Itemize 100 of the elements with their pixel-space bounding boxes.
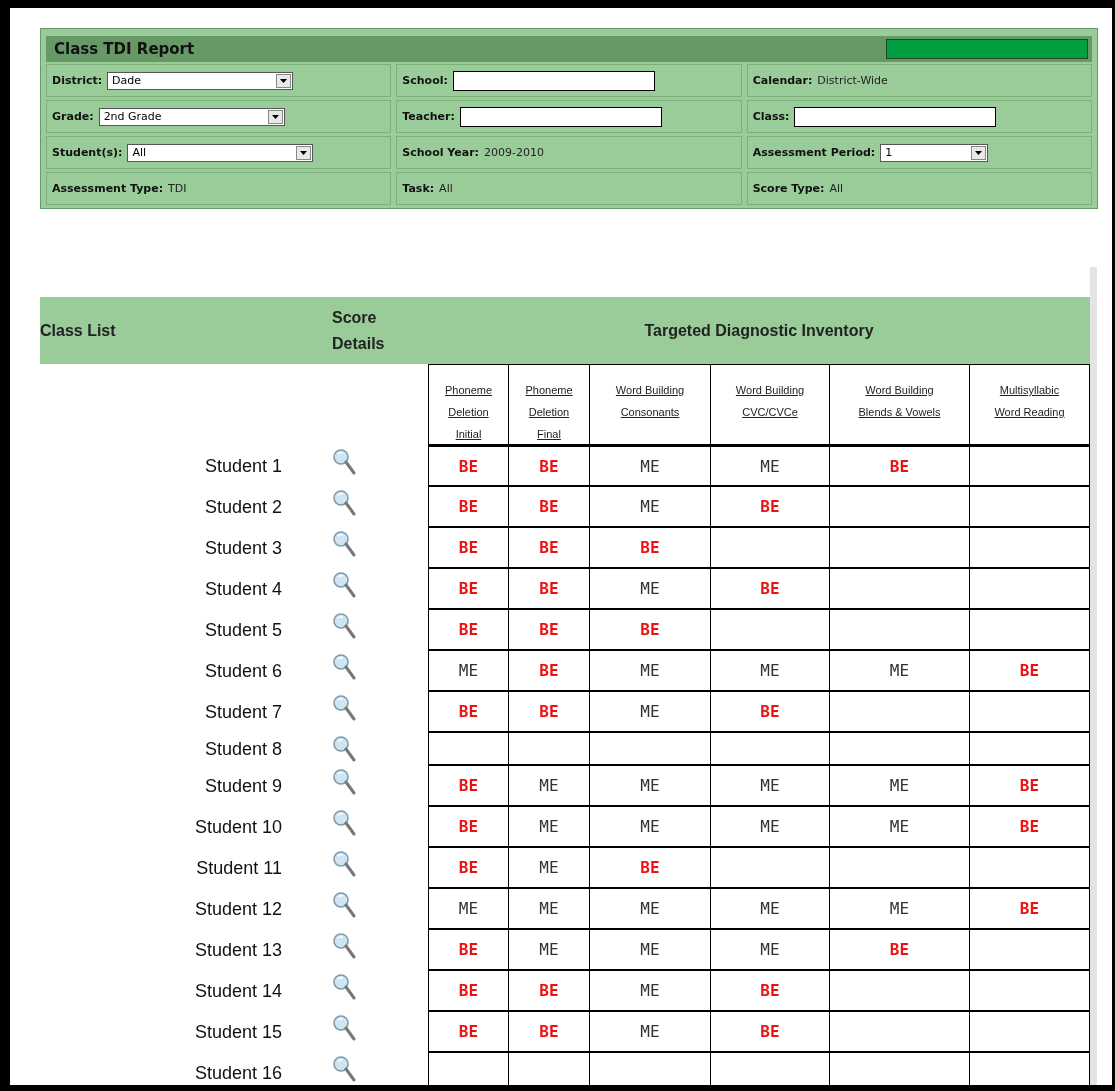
score-cell: ME — [508, 766, 589, 807]
score-cell: ME — [589, 930, 710, 971]
score-cell: ME — [589, 766, 710, 807]
student-name: Student 11 — [196, 858, 282, 879]
magnifier-icon[interactable] — [332, 1055, 356, 1083]
score-cell: BE — [829, 930, 969, 971]
score-cell: ME — [508, 930, 589, 971]
column-link[interactable]: Word Building CVC/CVCe — [717, 379, 823, 423]
score-cell: BE — [710, 692, 829, 733]
score-cell: BE — [428, 446, 508, 487]
score-cell: BE — [589, 848, 710, 889]
score-cell: BE — [428, 930, 508, 971]
text-field[interactable] — [794, 106, 997, 127]
magnifier-icon[interactable] — [332, 571, 356, 599]
score-cell: BE — [428, 528, 508, 569]
column-header: Targeted Diagnostic Inventory — [644, 321, 874, 339]
score-cell: BE — [508, 569, 589, 610]
score-cell: ME — [589, 1012, 710, 1053]
field-label: District: — [52, 74, 103, 87]
text-field[interactable] — [452, 70, 655, 91]
dropdown-field[interactable]: All — [127, 143, 314, 162]
magnifier-icon[interactable] — [332, 489, 356, 517]
magnifier-icon[interactable] — [332, 448, 356, 476]
column-link[interactable]: Word Building Consonants — [596, 379, 704, 423]
score-cell: BE — [428, 487, 508, 528]
text-field[interactable] — [459, 106, 662, 127]
score-cell: BE — [508, 487, 589, 528]
score-cell: ME — [508, 889, 589, 930]
field-label: School: — [402, 74, 448, 87]
score-cell: BE — [589, 528, 710, 569]
score-cell: ME — [428, 651, 508, 692]
field-label: Grade: — [52, 110, 94, 123]
field-label: Score Type: — [752, 182, 825, 195]
magnifier-icon[interactable] — [332, 768, 356, 796]
student-name: Student 6 — [204, 661, 282, 682]
score-cell: ME — [589, 651, 710, 692]
column-link[interactable]: Phoneme Deletion Final — [523, 379, 575, 445]
magnifier-icon[interactable] — [332, 1014, 356, 1042]
student-name: Student 7 — [204, 702, 282, 723]
score-cell: ME — [710, 889, 829, 930]
field-value: All — [439, 182, 453, 195]
student-name: Student 2 — [204, 497, 282, 518]
field-label: Task: — [402, 182, 435, 195]
student-name: Student 1 — [204, 456, 282, 477]
score-cell: BE — [428, 1012, 508, 1053]
field-value: District-Wide — [817, 74, 888, 87]
magnifier-icon[interactable] — [332, 530, 356, 558]
score-cell: BE — [710, 569, 829, 610]
score-cell: BE — [829, 446, 969, 487]
field-label: School Year: — [402, 146, 479, 159]
magnifier-icon[interactable] — [332, 850, 356, 878]
column-header: Class List — [40, 321, 116, 339]
student-name: Student 9 — [204, 776, 282, 797]
score-cell: ME — [589, 807, 710, 848]
magnifier-icon[interactable] — [332, 694, 356, 722]
score-cell: BE — [428, 569, 508, 610]
dropdown-field[interactable]: Dade — [107, 71, 294, 90]
score-cell: BE — [428, 807, 508, 848]
magnifier-icon[interactable] — [332, 612, 356, 640]
dropdown-field[interactable]: 2nd Grade — [98, 107, 285, 126]
magnifier-icon[interactable] — [332, 891, 356, 919]
score-cell: BE — [428, 848, 508, 889]
student-name: Student 3 — [204, 538, 282, 559]
magnifier-icon[interactable] — [332, 735, 356, 763]
score-cell: BE — [508, 692, 589, 733]
field-label: Student(s): — [52, 146, 123, 159]
magnifier-icon[interactable] — [332, 809, 356, 837]
score-cell: BE — [710, 1012, 829, 1053]
score-cell: ME — [589, 446, 710, 487]
magnifier-icon[interactable] — [332, 973, 356, 1001]
dropdown-field[interactable]: 1 — [880, 143, 989, 162]
student-name: Student 10 — [194, 817, 282, 838]
score-cell: ME — [589, 569, 710, 610]
score-cell: BE — [508, 1012, 589, 1053]
score-cell: ME — [508, 807, 589, 848]
score-cell: ME — [829, 651, 969, 692]
score-cell: ME — [829, 889, 969, 930]
column-header: Score Details — [332, 307, 386, 354]
score-cell: ME — [589, 487, 710, 528]
score-cell: BE — [428, 610, 508, 651]
score-cell: BE — [508, 651, 589, 692]
score-cell: BE — [428, 692, 508, 733]
student-name: Student 14 — [194, 981, 282, 1002]
student-name: Student 8 — [204, 739, 282, 760]
student-name: Student 12 — [194, 899, 282, 920]
report-title: Class TDI Report — [54, 40, 195, 58]
column-link[interactable]: Word Building Blends & Vowels — [854, 379, 945, 423]
score-cell: ME — [428, 889, 508, 930]
score-cell: ME — [829, 766, 969, 807]
column-link[interactable]: Phoneme Deletion Initial — [443, 379, 494, 445]
student-name: Student 13 — [194, 940, 282, 961]
magnifier-icon[interactable] — [332, 932, 356, 960]
field-label: Teacher: — [402, 110, 455, 123]
score-cell: ME — [710, 651, 829, 692]
field-value: All — [829, 182, 844, 195]
score-cell: ME — [710, 766, 829, 807]
field-label: Assessment Type: — [52, 182, 164, 195]
magnifier-icon[interactable] — [332, 653, 356, 681]
column-link[interactable]: Multisyllabic Word Reading — [990, 379, 1069, 423]
field-value: TDI — [168, 182, 187, 195]
